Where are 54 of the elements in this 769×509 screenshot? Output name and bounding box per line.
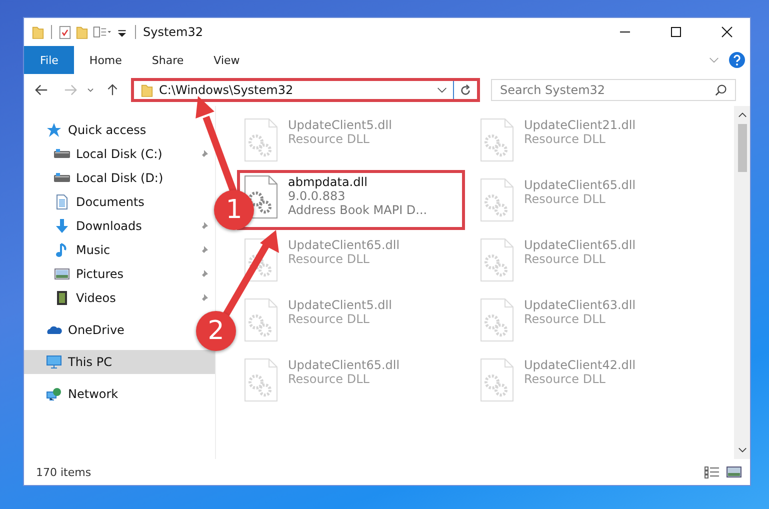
file-description: Resource DLL bbox=[524, 192, 606, 206]
file-description: Resource DLL bbox=[288, 132, 370, 146]
file-name: UpdateClient65.dll bbox=[524, 238, 636, 252]
sidebar-label: OneDrive bbox=[68, 323, 124, 337]
sidebar-item[interactable]: Pictures bbox=[24, 262, 215, 286]
sidebar-item[interactable]: Local Disk (C:) bbox=[24, 142, 215, 166]
ribbon-tab[interactable]: View bbox=[198, 46, 255, 74]
sidebar-label: Network bbox=[68, 387, 118, 401]
file-name: UpdateClient65.dll bbox=[524, 178, 636, 192]
file-description: Resource DLL bbox=[524, 312, 606, 326]
sidebar-label: Local Disk (D:) bbox=[76, 171, 164, 185]
file-name: UpdateClient5.dll bbox=[288, 118, 392, 132]
file-description: Resource DLL bbox=[288, 372, 370, 386]
sidebar-label: Pictures bbox=[76, 267, 124, 281]
sidebar-item[interactable]: Downloads bbox=[24, 214, 215, 238]
ribbon-tab[interactable]: File bbox=[24, 46, 74, 74]
file-name: UpdateClient63.dll bbox=[524, 298, 636, 312]
search-field[interactable]: Search System32 bbox=[491, 79, 736, 101]
sidebar-item[interactable]: OneDrive bbox=[24, 318, 130, 342]
file-description: Resource DLL bbox=[288, 252, 370, 266]
file-description: Resource DLL bbox=[524, 252, 606, 266]
ribbon-tab[interactable]: Share bbox=[136, 46, 199, 74]
sidebar-label: This PC bbox=[68, 355, 112, 369]
file-name: UpdateClient42.dll bbox=[524, 358, 636, 372]
file-description: Resource DLL bbox=[288, 312, 370, 326]
sidebar-item[interactable]: Local Disk (D:) bbox=[24, 166, 170, 190]
file-description: Resource DLL bbox=[524, 372, 606, 386]
sidebar-label: Music bbox=[76, 243, 110, 257]
sidebar-label: Local Disk (C:) bbox=[76, 147, 162, 161]
step-badge: 1 bbox=[214, 190, 254, 230]
sidebar-label: Quick access bbox=[68, 123, 146, 137]
sidebar-label: Videos bbox=[76, 291, 116, 305]
file-name: abmpdata.dll bbox=[288, 175, 368, 189]
item-count: 170 items bbox=[36, 466, 92, 478]
sidebar-item[interactable]: Network bbox=[24, 382, 124, 406]
address-path: C:\Windows\System32 bbox=[159, 83, 294, 97]
sidebar-item[interactable]: Music bbox=[24, 238, 215, 262]
sidebar-item[interactable]: Videos bbox=[24, 286, 215, 310]
file-description: Address Book MAPI D... bbox=[288, 203, 428, 217]
sidebar-item[interactable]: Quick access bbox=[24, 118, 152, 142]
file-name: UpdateClient65.dll bbox=[288, 238, 400, 252]
window-title: System32 bbox=[143, 25, 204, 39]
step-badge: 2 bbox=[196, 311, 236, 351]
ribbon-tab[interactable]: Home bbox=[74, 46, 137, 74]
file-name: UpdateClient65.dll bbox=[288, 358, 400, 372]
file-name: UpdateClient5.dll bbox=[288, 298, 392, 312]
sidebar-item[interactable]: Documents bbox=[24, 190, 150, 214]
sidebar-label: Documents bbox=[76, 195, 144, 209]
sidebar-label: Downloads bbox=[76, 219, 142, 233]
address-bar[interactable]: C:\Windows\System32 bbox=[131, 78, 480, 102]
sidebar-item[interactable]: This PC bbox=[24, 350, 215, 374]
file-description: Resource DLL bbox=[524, 132, 606, 146]
file-version: 9.0.0.883 bbox=[288, 189, 346, 203]
file-name: UpdateClient21.dll bbox=[524, 118, 636, 132]
